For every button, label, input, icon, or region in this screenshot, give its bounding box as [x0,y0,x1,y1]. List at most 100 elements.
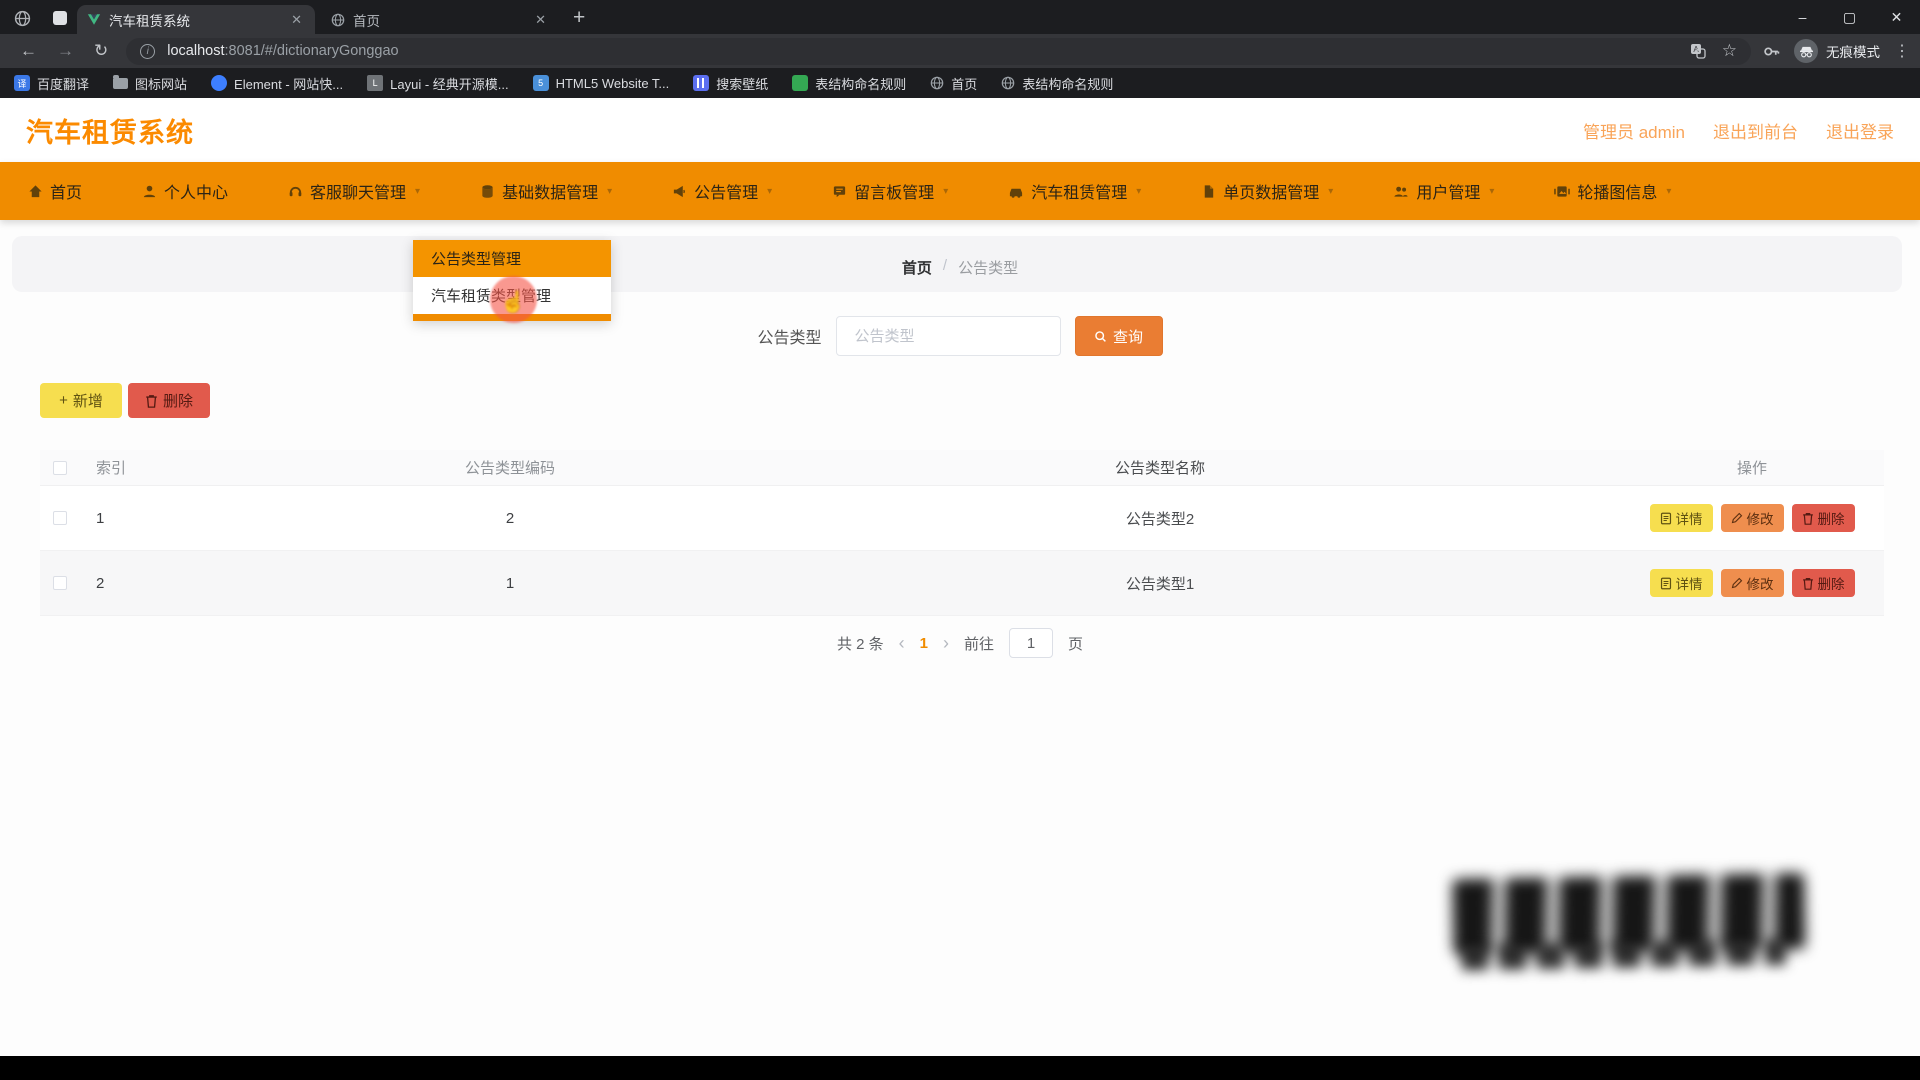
close-button[interactable]: ✕ [1873,0,1920,34]
url-host: localhost [167,43,224,59]
minimize-button[interactable]: – [1779,0,1826,34]
bookmark-naming-rules-2[interactable]: 表结构命名规则 [1001,74,1113,93]
bookmark-label: Element - 网站快... [234,74,343,93]
prev-page-icon[interactable]: ‹ [899,633,905,654]
nav-item-message-board[interactable]: 留言板管理 ▾ [832,179,948,203]
nav-item-personal-center[interactable]: 个人中心 [142,179,228,203]
col-code: 公告类型编码 [320,457,700,478]
cell-name: 公告类型2 [700,508,1620,529]
pinned-extension-icon[interactable] [53,11,67,25]
delete-button-label: 删除 [163,390,193,411]
cell-actions: 详情 修改 删除 [1620,504,1884,532]
bookmark-label: HTML5 Website T... [556,76,670,91]
bookmark-html5[interactable]: 5HTML5 Website T... [533,75,670,91]
browser-globe-icon [14,10,31,27]
select-all-checkbox[interactable] [53,461,67,475]
bookmark-label: 图标网站 [135,74,187,93]
edit-button[interactable]: 修改 [1721,569,1784,597]
nav-label: 基础数据管理 [502,179,598,203]
key-icon[interactable] [1763,43,1780,60]
url-field[interactable]: i localhost:8081/#/dictionaryGonggao A ☆ [126,38,1751,65]
breadcrumb: 首页 / 公告类型 [0,257,1920,278]
bookmark-icon-site[interactable]: 图标网站 [113,74,187,93]
new-tab-button[interactable]: + [573,6,585,30]
bookmark-label: 百度翻译 [37,74,89,93]
bookmark-star-icon[interactable]: ☆ [1722,41,1737,61]
table-row: 2 1 公告类型1 详情 修改 删除 [40,551,1884,616]
nav-item-car-rental[interactable]: 汽车租赁管理 ▾ [1008,179,1141,203]
bookmark-home[interactable]: 首页 [930,74,977,93]
bookmark-naming-rules[interactable]: 表结构命名规则 [792,74,906,93]
search-input[interactable] [855,328,1054,345]
trash-icon [145,394,158,408]
edit-button[interactable]: 修改 [1721,504,1784,532]
header-links: 管理员 admin 退出到前台 退出登录 [1583,118,1894,143]
incognito-badge[interactable]: 无痕模式 [1794,39,1880,63]
goto-page-input[interactable] [1009,628,1053,658]
nav-item-customer-service-chat[interactable]: 客服聊天管理 ▾ [288,179,420,203]
tab-close-icon[interactable]: ✕ [532,12,549,28]
row-delete-button[interactable]: 删除 [1792,504,1855,532]
query-button[interactable]: 查询 [1075,316,1163,356]
window-controls: – ▢ ✕ [1779,0,1920,34]
nav-label: 首页 [50,179,82,203]
nav-item-basic-data[interactable]: 基础数据管理 ▾ [480,179,612,203]
nav-label: 轮播图信息 [1577,179,1657,203]
detail-button[interactable]: 详情 [1650,569,1713,597]
breadcrumb-separator: / [943,257,947,278]
row-checkbox[interactable] [53,511,67,525]
nav-label: 个人中心 [164,179,228,203]
translate-icon[interactable]: A [1690,43,1706,59]
plus-icon: + [59,392,68,409]
maximize-button[interactable]: ▢ [1826,0,1873,34]
nav-label: 汽车租赁管理 [1031,179,1127,203]
detail-button[interactable]: 详情 [1650,504,1713,532]
nav-label: 客服聊天管理 [310,179,406,203]
dropdown-item-announcement-type[interactable]: 公告类型管理 [413,240,611,277]
site-info-icon[interactable]: i [140,44,155,59]
bookmark-layui[interactable]: LLayui - 经典开源模... [367,74,508,93]
bookmark-baidu-translate[interactable]: 译百度翻译 [14,74,89,93]
tab-title: 首页 [353,10,532,30]
admin-user-link[interactable]: 管理员 admin [1583,118,1685,143]
chevron-down-icon: ▾ [1328,186,1333,197]
nav-label: 公告管理 [694,179,758,203]
row-delete-button[interactable]: 删除 [1792,569,1855,597]
next-page-icon[interactable]: › [943,633,949,654]
nav-item-home[interactable]: 首页 [28,179,82,203]
nav-item-single-page-data[interactable]: 单页数据管理 ▾ [1201,179,1333,203]
delete-button[interactable]: 删除 [128,383,210,418]
nav-item-announcement[interactable]: 公告管理 ▾ [672,179,772,203]
green-doc-icon [792,75,808,91]
detail-button-label: 详情 [1676,508,1703,528]
row-checkbox[interactable] [53,576,67,590]
url-path: :8081/#/dictionaryGonggao [224,43,398,59]
exit-to-front-link[interactable]: 退出到前台 [1713,118,1798,143]
screen: 汽车租赁系统 ✕ 首页 ✕ + – ▢ ✕ ← → ↻ i localhost:… [0,0,1920,1080]
tab-car-rental-system[interactable]: 汽车租赁系统 ✕ [77,5,315,34]
bookmark-element[interactable]: Element - 网站快... [211,74,343,93]
breadcrumb-home[interactable]: 首页 [902,257,932,278]
tab-home[interactable]: 首页 ✕ [321,5,559,34]
nav-item-carousel-info[interactable]: 轮播图信息 ▾ [1554,179,1671,203]
row-delete-button-label: 删除 [1818,508,1845,528]
header-checkbox-cell [40,461,80,475]
cell-actions: 详情 修改 删除 [1620,569,1884,597]
col-actions: 操作 [1620,457,1884,478]
search-input-wrap [836,316,1061,356]
forward-button[interactable]: → [57,41,74,61]
tab-close-icon[interactable]: ✕ [288,12,305,28]
back-button[interactable]: ← [20,41,37,61]
current-page[interactable]: 1 [920,635,928,652]
reload-button[interactable]: ↻ [94,41,108,61]
search-icon [1094,330,1107,343]
cell-name: 公告类型1 [700,573,1620,594]
query-button-label: 查询 [1113,326,1143,347]
bookmark-wallpaper[interactable]: 搜索壁纸 [693,74,768,93]
browser-menu-icon[interactable]: ⋮ [1894,41,1910,61]
nav-item-user-management[interactable]: 用户管理 ▾ [1393,179,1494,203]
add-button-label: 新增 [73,390,103,411]
main-navbar: 首页 个人中心 客服聊天管理 ▾ 基础数据管理 ▾ 公告管理 ▾ 留言板管理 ▾ [0,162,1920,220]
logout-link[interactable]: 退出登录 [1826,118,1894,143]
add-button[interactable]: + 新增 [40,383,122,418]
